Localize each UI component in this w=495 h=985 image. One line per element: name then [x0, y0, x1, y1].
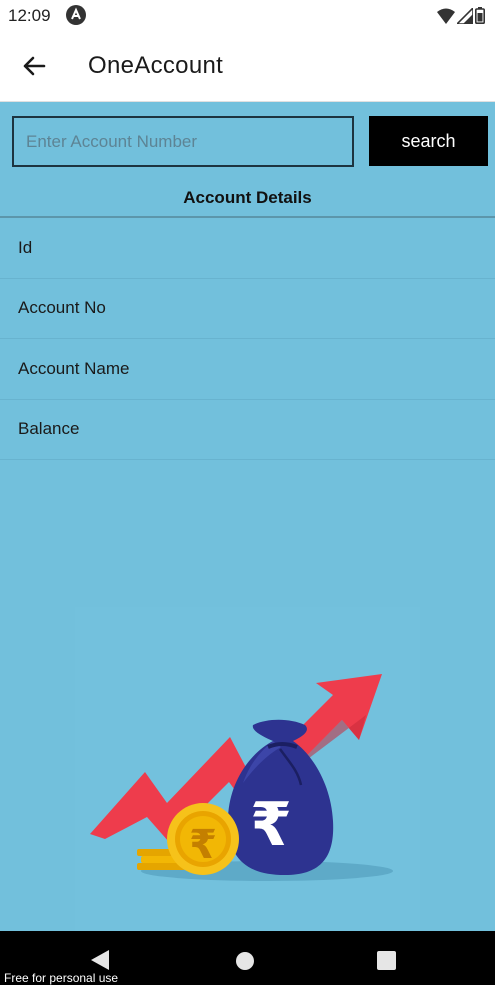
wifi-icon [437, 8, 455, 24]
notification-app-icon [66, 5, 86, 25]
watermark-text: Free for personal use [4, 971, 119, 985]
app-bar: OneAccount [0, 30, 495, 102]
nav-home-icon[interactable] [236, 952, 254, 970]
rupee-symbol-coin: ₹ [189, 822, 217, 868]
signal-icon [457, 7, 473, 24]
section-title: Account Details [183, 188, 312, 207]
account-number-input[interactable] [12, 116, 354, 167]
detail-row-account-name: Account Name [0, 339, 495, 400]
nav-back-icon[interactable] [91, 950, 109, 970]
search-button[interactable]: search [369, 116, 488, 166]
main-content: search Account Details Id Account No Acc… [0, 102, 495, 931]
page-title: OneAccount [88, 52, 224, 79]
status-time: 12:09 [8, 6, 51, 25]
status-bar: 12:09 [0, 0, 495, 30]
back-arrow-icon[interactable] [18, 50, 50, 82]
rupee-symbol-bag: ₹ [250, 790, 292, 860]
status-icons [437, 7, 485, 24]
account-details-list: Id Account No Account Name Balance [0, 218, 495, 460]
detail-row-balance: Balance [0, 400, 495, 460]
detail-row-id: Id [0, 218, 495, 279]
money-growth-illustration: ₹ ₹ [75, 607, 420, 931]
nav-recents-icon[interactable] [377, 951, 396, 970]
battery-icon [475, 7, 485, 24]
detail-row-account-no: Account No [0, 279, 495, 339]
